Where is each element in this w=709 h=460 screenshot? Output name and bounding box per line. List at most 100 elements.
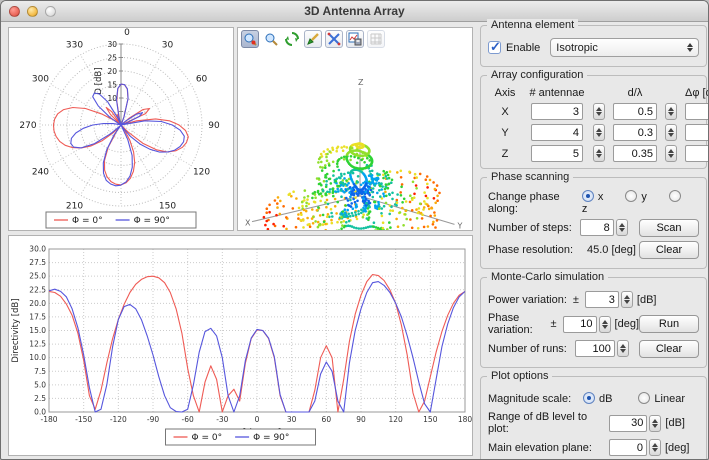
phase-scanning-group: Phase scanning Change phase along: x yz N… <box>480 171 707 269</box>
polar-chart: 0306090120150180210240270300330101520253… <box>19 28 220 229</box>
svg-text:25: 25 <box>107 54 117 63</box>
z-d_lambda-field[interactable] <box>613 145 657 162</box>
clear-scan-button[interactable]: Clear <box>639 240 699 259</box>
plot-option-field-0[interactable] <box>609 414 648 432</box>
svg-text:20.0: 20.0 <box>29 299 46 308</box>
snapshot-icon[interactable] <box>346 30 364 48</box>
svg-text:7.5: 7.5 <box>34 367 46 376</box>
steps-field[interactable] <box>579 219 614 236</box>
zoom-icon[interactable] <box>262 30 280 48</box>
phase-variation-stepper[interactable] <box>598 315 611 333</box>
y-d_lambda-stepper[interactable] <box>665 124 677 141</box>
radio-y-icon <box>625 190 638 202</box>
plot-option-row: Main elevation plane: [deg] <box>488 438 699 457</box>
power-unit: [dB] <box>636 293 657 306</box>
phase-variation-field[interactable] <box>562 315 597 333</box>
group-title: Array configuration <box>487 69 588 81</box>
polar-plot-panel: 0306090120150180210240270300330101520253… <box>8 27 234 231</box>
plot-option-row: Range of dB level to plot: [dB] <box>488 411 699 435</box>
element-value: Isotropic <box>556 41 598 54</box>
steps-stepper[interactable] <box>615 219 628 236</box>
x-d_lambda-stepper[interactable] <box>665 103 677 120</box>
y-dphi-field[interactable] <box>685 124 708 141</box>
plot-option-stepper-0[interactable] <box>649 414 662 432</box>
radio-linear-icon <box>638 392 651 404</box>
pan-icon[interactable] <box>304 30 322 48</box>
radio-z-icon <box>668 190 681 202</box>
resolution-label: Phase resolution: <box>488 243 573 256</box>
radio-x[interactable]: x <box>581 190 603 203</box>
combo-stepper-icon <box>687 43 693 52</box>
run-button[interactable]: Run <box>639 315 699 333</box>
x-d_lambda-field[interactable] <box>613 103 657 120</box>
y-antennae-stepper[interactable] <box>593 124 605 141</box>
radio-linear[interactable]: Linear <box>638 392 685 405</box>
svg-text:20: 20 <box>107 67 117 76</box>
rotate-3d-icon[interactable] <box>283 30 301 48</box>
axis-label-x: X <box>501 105 509 118</box>
x-antennae-field[interactable] <box>531 103 583 120</box>
svg-text:120: 120 <box>193 168 210 178</box>
runs-field[interactable] <box>574 340 615 357</box>
svg-text:0: 0 <box>255 415 260 424</box>
array-config-grid: Axis # antennae d/λ Δφ [deg] XYZ <box>488 87 708 162</box>
svg-text:180: 180 <box>458 415 472 424</box>
svg-text:5.0: 5.0 <box>34 380 46 389</box>
x-antennae-stepper[interactable] <box>593 103 605 120</box>
z-d_lambda-stepper[interactable] <box>665 145 677 162</box>
magnitude-scale-label: Magnitude scale: <box>488 392 572 405</box>
svg-text:120: 120 <box>389 415 404 424</box>
col-header-antennae: # antennae <box>529 87 585 99</box>
radio-db[interactable]: dB <box>582 392 612 405</box>
zoom-select-icon[interactable] <box>241 30 259 48</box>
scan-button[interactable]: Scan <box>639 218 699 237</box>
plot-option-field-1[interactable] <box>609 439 647 456</box>
plot-option-stepper-1[interactable] <box>649 439 661 456</box>
clear-runs-button[interactable]: Clear <box>639 339 699 358</box>
svg-text:27.5: 27.5 <box>29 258 46 267</box>
phase-unit: [deg] <box>614 318 639 330</box>
svg-text:X: X <box>245 219 251 228</box>
svg-text:-150: -150 <box>75 415 92 424</box>
svg-text:150: 150 <box>423 415 438 424</box>
plot-option-label: Range of dB level to plot: <box>488 411 588 435</box>
svg-text:0: 0 <box>124 28 130 38</box>
svg-text:-30: -30 <box>216 415 228 424</box>
pattern-3d-view[interactable]: X Y Z <box>238 48 472 230</box>
group-title: Antenna element <box>487 19 579 31</box>
radio-x-icon <box>581 190 594 202</box>
runs-stepper[interactable] <box>616 340 629 357</box>
z-antennae-field[interactable] <box>531 145 583 162</box>
power-variation-field[interactable] <box>584 291 619 308</box>
svg-text:10: 10 <box>107 94 117 103</box>
element-combobox[interactable]: Isotropic <box>550 38 699 57</box>
svg-text:10.0: 10.0 <box>29 353 46 362</box>
titlebar: 3D Antenna Array <box>1 1 708 22</box>
svg-text:60: 60 <box>322 415 332 424</box>
svg-text:15.0: 15.0 <box>29 326 46 335</box>
steps-label: Number of steps: <box>488 221 572 234</box>
svg-text:30: 30 <box>107 40 117 49</box>
svg-text:D [dB]: D [dB] <box>94 67 104 94</box>
viewer-3d-toolbar <box>241 30 385 48</box>
svg-text:12.5: 12.5 <box>29 340 46 349</box>
axes-icon[interactable] <box>325 30 343 48</box>
y-d_lambda-field[interactable] <box>613 124 657 141</box>
z-antennae-stepper[interactable] <box>593 145 605 162</box>
viewer-3d-panel: X Y Z <box>237 27 473 231</box>
svg-text:-120: -120 <box>110 415 127 424</box>
enable-label: Enable <box>506 41 541 54</box>
radio-db-icon <box>582 392 595 404</box>
change-phase-label: Change phase along: <box>488 190 560 215</box>
app-window: 3D Antenna Array 03060901201501802102402… <box>0 0 709 460</box>
svg-text:300: 300 <box>32 75 49 85</box>
power-variation-stepper[interactable] <box>620 291 633 308</box>
svg-text:Y: Y <box>457 221 463 230</box>
z-dphi-field[interactable] <box>685 145 708 162</box>
x-dphi-field[interactable] <box>685 103 708 120</box>
enable-checkbox[interactable] <box>488 39 501 55</box>
col-header-axis: Axis <box>494 87 516 99</box>
y-antennae-field[interactable] <box>531 124 583 141</box>
radio-y[interactable]: y <box>625 190 647 203</box>
svg-text:30.0: 30.0 <box>29 245 46 254</box>
